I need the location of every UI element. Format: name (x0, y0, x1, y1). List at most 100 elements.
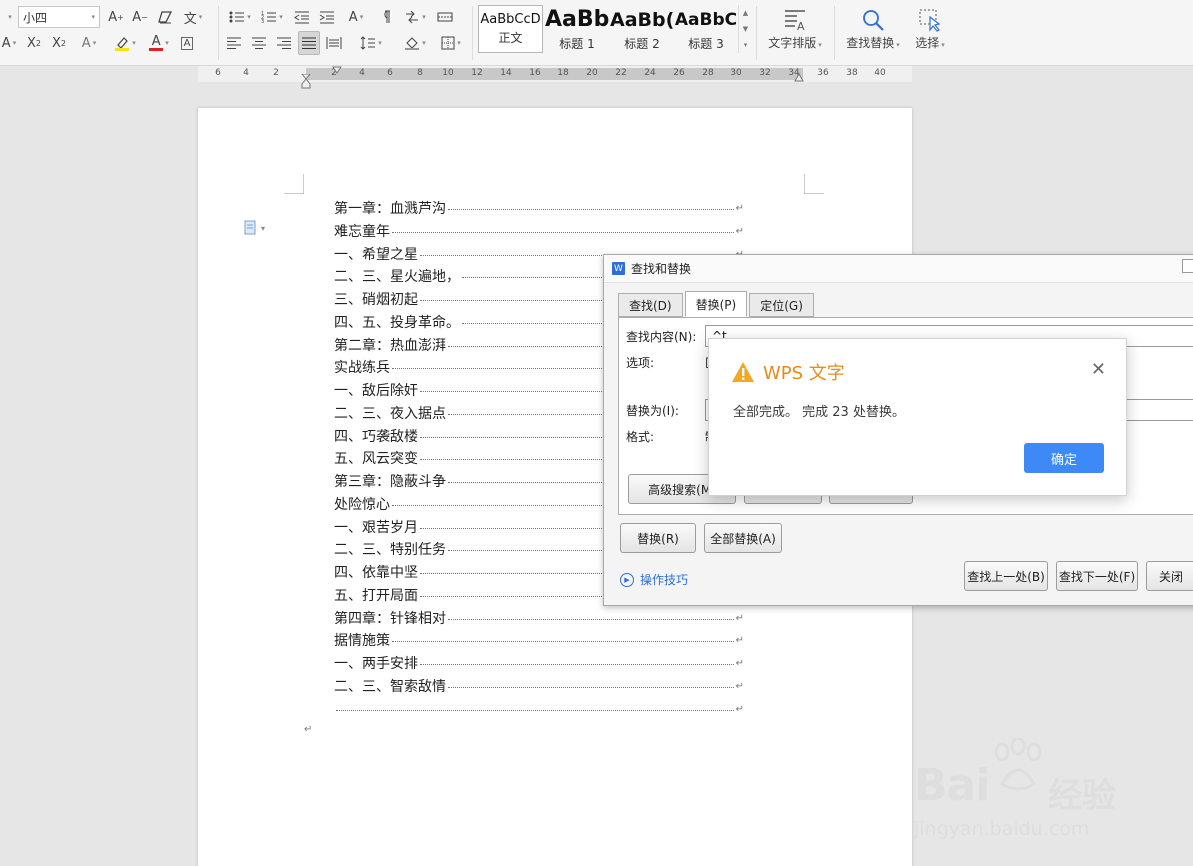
ruler-tick: 32 (759, 68, 771, 78)
chevron-up-icon[interactable]: ▲ (743, 9, 748, 17)
ruler-tick: 4 (243, 68, 249, 78)
ok-button-label: 确定 (1050, 452, 1077, 468)
crop-mark-top-left (284, 174, 304, 194)
highlight-color-icon[interactable]: ▾ (110, 32, 140, 54)
sort-icon[interactable]: ▾ (400, 6, 430, 28)
justify-icon[interactable] (298, 31, 320, 55)
watermark-brand: Bai (914, 760, 990, 811)
style-normal[interactable]: AaBbCcD 正文 (478, 5, 543, 53)
tab-find[interactable]: 查找(D) (618, 293, 683, 317)
ruler-tick: 12 (471, 68, 483, 78)
toc-entry[interactable]: 据情施策 ↵ (334, 630, 744, 653)
indent-marker-icon[interactable] (300, 74, 312, 90)
show-marks-icon[interactable] (374, 6, 396, 28)
tab-goto[interactable]: 定位(G) (749, 293, 814, 317)
style-heading-2-preview: AaBb( (610, 8, 674, 31)
ruler-tick: 20 (586, 68, 598, 78)
borders-icon[interactable]: ▾ (436, 32, 466, 54)
numbered-list-icon[interactable]: 1 2 3 ▾ (258, 6, 286, 28)
distribute-icon[interactable] (324, 32, 344, 54)
toc-entry[interactable]: 二、三、智索敌情 ↵ (334, 676, 744, 699)
dialog-title: 查找和替换 (631, 262, 692, 276)
superscript-icon[interactable]: X2 (24, 32, 44, 54)
line-spacing-icon[interactable]: ▾ (356, 32, 386, 54)
phonetic-guide-icon[interactable]: 文 ▾ (178, 6, 208, 28)
style-heading-3[interactable]: AaBbC 标题 3 (674, 5, 738, 53)
toc-entry-text: 第二章：热血澎湃 (334, 337, 446, 354)
find-next-button[interactable]: 查找下一处(F) (1056, 561, 1138, 591)
toc-entry[interactable]: 一、两手安排 ↵ (334, 653, 744, 676)
toc-entry-text: 难忘童年 (334, 223, 390, 240)
style-heading-1[interactable]: AaBb 标题 1 (545, 5, 609, 53)
shrink-font-icon[interactable]: A − (130, 6, 150, 28)
toc-entry[interactable]: 第四章：针锋相对 ↵ (334, 608, 744, 631)
style-heading-3-caption: 标题 3 (688, 36, 724, 51)
right-indent-marker-icon[interactable] (794, 72, 804, 82)
replace-button[interactable]: 替换(R) (620, 523, 696, 553)
ribbon-toolbar: ▾ 小四 ▾ A + A − 文 ▾ A ▾ X2 X2 A ▾ ▾ A ▾ A ▾ 1 2 3 ▾… (0, 0, 1193, 66)
decrease-indent-icon[interactable] (292, 6, 312, 28)
format-label: 格式: (626, 430, 655, 444)
align-left-icon[interactable] (224, 32, 244, 54)
toc-entry-text: 三、硝烟初起 (334, 292, 418, 308)
subscript-icon[interactable]: X2 (49, 32, 69, 54)
ruler-tick: 38 (846, 68, 858, 78)
align-center-icon[interactable] (249, 32, 269, 54)
table-lines-icon[interactable] (434, 6, 456, 28)
text-effect-icon[interactable]: A ▾ (2, 32, 16, 54)
bullet-list-icon[interactable]: ▾ (226, 6, 254, 28)
text-outline-icon[interactable]: A ▾ (74, 32, 104, 54)
toc-entry[interactable]: ↵ (334, 699, 744, 722)
grow-font-icon[interactable]: A + (106, 6, 126, 28)
find-previous-button[interactable]: 查找上一处(B) (964, 561, 1048, 591)
align-right-icon[interactable] (274, 32, 294, 54)
close-button[interactable]: 关闭 (1146, 561, 1193, 591)
toc-entry-text: 四、五、投身革命。 (334, 314, 460, 331)
toc-entry-text: 二、三、智索敌情 (334, 678, 446, 695)
return-mark: ↵ (735, 225, 744, 237)
select-button[interactable]: 选择 ▾ (906, 6, 954, 56)
close-icon[interactable]: ✕ (1091, 361, 1106, 379)
ruler-tick: 2 (273, 68, 279, 78)
toc-entry-text: 实战练兵 (334, 360, 390, 377)
toc-entry[interactable]: 难忘童年 ↵ (334, 221, 744, 244)
style-heading-2[interactable]: AaBb( 标题 2 (610, 5, 674, 53)
char-border-icon[interactable]: A (178, 32, 196, 54)
tips-link[interactable]: ▶ 操作技巧 (620, 571, 688, 588)
toc-entry-text: 据情施策 (334, 633, 390, 650)
play-icon: ▶ (620, 572, 634, 587)
document-map-icon[interactable]: ▾ (244, 220, 272, 236)
toc-entry-text: 二、三、特别任务 (334, 542, 446, 559)
first-line-indent-icon[interactable] (332, 66, 342, 74)
styles-scroll[interactable]: ▲ ▼ ▾ (738, 5, 752, 53)
shading-icon[interactable]: ▾ (400, 32, 430, 54)
return-mark: ↵ (735, 612, 744, 624)
text-layout-button[interactable]: A 文字排版 ▾ (764, 6, 826, 56)
horizontal-ruler[interactable]: 6 4 2 2 4 6 8 10 12 14 16 18 20 22 24 26… (198, 66, 912, 89)
chevron-down-icon[interactable]: ▼ (743, 25, 748, 33)
chinese-layout-icon[interactable]: A ▾ (342, 6, 370, 28)
maximize-icon[interactable] (1182, 259, 1193, 273)
message-box-title: WPS 文字 (763, 363, 845, 384)
clear-format-icon[interactable] (155, 6, 175, 28)
ruler-tick: 6 (215, 68, 221, 78)
toc-entry-text: 四、巧袭敌楼 (334, 428, 418, 445)
wps-message-box[interactable]: WPS 文字 ✕ 全部完成。 完成 23 处替换。 确定 (708, 338, 1127, 496)
dialog-titlebar[interactable]: W 查找和替换 (604, 255, 1193, 283)
increase-indent-icon[interactable] (317, 6, 337, 28)
replace-all-button[interactable]: 全部替换(A) (704, 523, 782, 553)
ok-button[interactable]: 确定 (1024, 443, 1104, 473)
font-color-icon[interactable]: A ▾ (144, 32, 174, 54)
tab-replace[interactable]: 替换(P) (684, 291, 748, 317)
toc-entry[interactable]: 第一章：血溅芦沟 ↵ (334, 198, 744, 221)
find-replace-button[interactable]: 查找替换 ▾ (842, 6, 904, 56)
style-normal-preview: AaBbCcD (480, 12, 541, 27)
svg-text:A: A (797, 20, 805, 32)
text-layout-icon: A (783, 6, 807, 34)
return-mark: ↵ (735, 658, 744, 669)
font-size-select[interactable]: 小四 ▾ (18, 6, 100, 28)
font-name-dropdown[interactable]: ▾ (2, 6, 16, 28)
more-styles-icon[interactable]: ▾ (744, 41, 748, 49)
select-label: 选择 (915, 36, 940, 50)
toc-entry-text: 二、三、星火遍地， (334, 269, 460, 286)
